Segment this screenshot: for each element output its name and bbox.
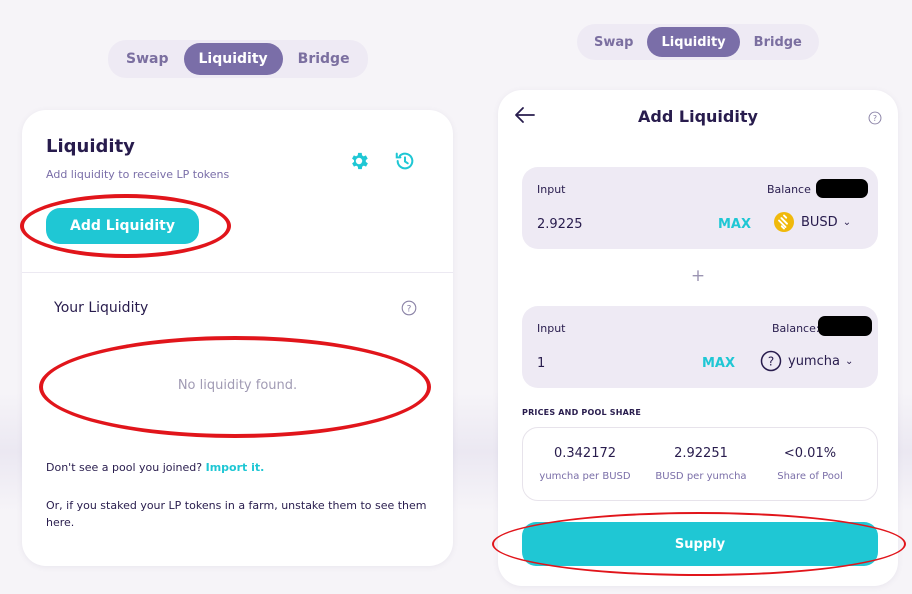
currency-input-busd[interactable]: Input Balance 2.9225 MAX BUSD ⌄: [522, 167, 878, 249]
help-icon[interactable]: ?: [868, 110, 882, 125]
chevron-down-icon: ⌄: [842, 216, 852, 228]
input-label: Input: [537, 183, 566, 196]
price-label: BUSD per yumcha: [655, 471, 747, 482]
token-symbol: yumcha: [788, 353, 840, 369]
plus-icon: +: [690, 266, 706, 286]
liquidity-subtitle: Add liquidity to receive LP tokens: [46, 168, 230, 181]
price-value: 2.92251: [674, 446, 728, 461]
tab-swap[interactable]: Swap: [111, 43, 184, 75]
liquidity-title: Liquidity: [46, 136, 135, 157]
token-select-busd[interactable]: BUSD ⌄: [773, 211, 851, 233]
price-value: 0.342172: [553, 446, 617, 461]
left-nav-tabs: Swap Liquidity Bridge: [108, 40, 368, 78]
liquidity-card: Liquidity Add liquidity to receive LP to…: [20, 110, 453, 566]
add-liquidity-title: Add Liquidity: [638, 107, 758, 126]
price-value: <0.01%: [783, 446, 837, 461]
annotation-ellipse-empty: [39, 336, 431, 438]
balance-label: Balance: [767, 183, 811, 196]
staked-note: Or, if you staked your LP tokens in a fa…: [46, 499, 427, 529]
tab-bridge[interactable]: Bridge: [740, 27, 816, 57]
svg-text:?: ?: [407, 304, 412, 314]
svg-text:?: ?: [873, 114, 877, 123]
chevron-down-icon: ⌄: [844, 355, 854, 367]
amount-input[interactable]: 1: [537, 356, 545, 371]
price-yumcha-per-busd: 0.342172 yumcha per BUSD: [530, 446, 640, 482]
price-label: Share of Pool: [777, 471, 843, 482]
input-label: Input: [537, 322, 566, 335]
tab-liquidity[interactable]: Liquidity: [183, 43, 283, 75]
import-pool-line: Don't see a pool you joined? Import it.: [46, 461, 264, 474]
annotation-ellipse-supply: [492, 512, 906, 576]
redacted-balance: [816, 179, 868, 198]
add-liquidity-card: Add Liquidity ? Input Balance 2.9225 MAX…: [492, 90, 906, 586]
redacted-balance: [818, 316, 872, 336]
token-symbol: BUSD: [801, 214, 838, 230]
tab-bridge[interactable]: Bridge: [283, 43, 365, 75]
your-liquidity-heading: Your Liquidity: [54, 300, 149, 316]
prices-box: 0.342172 yumcha per BUSD 2.92251 BUSD pe…: [522, 427, 878, 501]
price-busd-per-yumcha: 2.92251 BUSD per yumcha: [646, 446, 756, 482]
balance-label: Balance:: [772, 322, 820, 335]
divider: [22, 272, 453, 273]
tab-swap[interactable]: Swap: [580, 27, 647, 57]
svg-text:?: ?: [768, 355, 774, 369]
amount-input[interactable]: 2.9225: [537, 217, 583, 232]
currency-input-yumcha[interactable]: Input Balance: 1 MAX ? yumcha ⌄: [522, 306, 878, 388]
price-label: yumcha per BUSD: [539, 471, 631, 482]
max-button[interactable]: MAX: [702, 356, 735, 371]
import-prefix: Don't see a pool you joined?: [46, 461, 203, 474]
share-of-pool: <0.01% Share of Pool: [755, 446, 865, 482]
help-icon[interactable]: ?: [401, 300, 417, 316]
history-icon[interactable]: [394, 150, 416, 172]
question-circle-icon: ?: [760, 350, 782, 372]
token-select-yumcha[interactable]: ? yumcha ⌄: [760, 350, 853, 372]
import-link[interactable]: Import it.: [206, 461, 265, 474]
prices-pool-share-heading: PRICES AND POOL SHARE: [522, 408, 642, 417]
tab-liquidity[interactable]: Liquidity: [647, 27, 740, 57]
max-button[interactable]: MAX: [718, 217, 751, 232]
right-nav-tabs: Swap Liquidity Bridge: [577, 24, 819, 60]
busd-coin-icon: [773, 211, 795, 233]
annotation-ellipse-add: [20, 194, 231, 258]
gear-icon[interactable]: [348, 150, 370, 172]
